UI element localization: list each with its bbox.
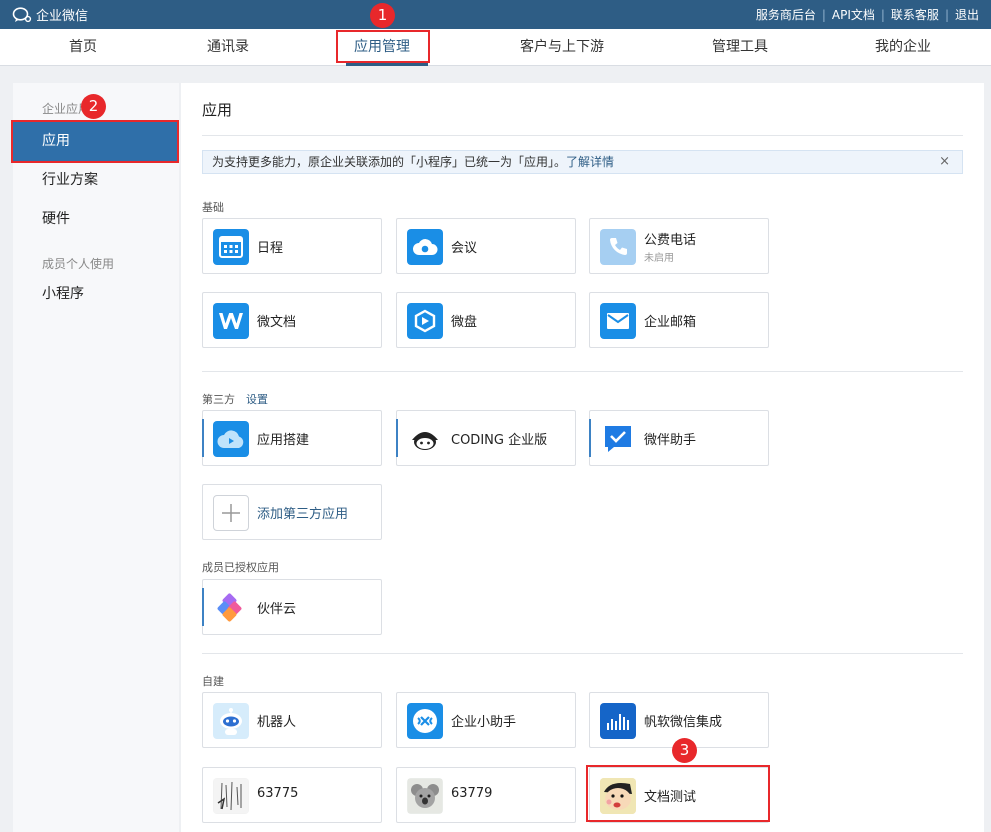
- learn-more-link[interactable]: 了解详情: [566, 155, 614, 169]
- app-card-weiban-assistant[interactable]: 微伴助手: [589, 410, 769, 466]
- wecom-logo[interactable]: 企业微信: [12, 6, 89, 24]
- contact-support-link[interactable]: 联系客服: [885, 6, 945, 23]
- app-card-coding-enterprise[interactable]: CODING 企业版: [396, 410, 576, 466]
- robot-icon: [213, 703, 249, 739]
- status-text: 未启用: [644, 253, 674, 264]
- divider: [202, 135, 963, 136]
- bar-chart-icon: [600, 703, 636, 739]
- add-app-label: 添加第三方应用: [257, 507, 349, 522]
- annotation-box-apps: [11, 120, 179, 163]
- app-name: 日程: [257, 241, 284, 256]
- app-card-meeting[interactable]: 会议: [396, 218, 576, 274]
- wecom-logo-icon: [12, 6, 32, 22]
- tab-management-tools[interactable]: 管理工具: [690, 29, 790, 65]
- w-doc-icon: [213, 303, 249, 339]
- tab-my-enterprise[interactable]: 我的企业: [853, 29, 953, 65]
- annotation-badge-3: 3: [672, 738, 697, 763]
- app-card-app-builder[interactable]: 应用搭建: [202, 410, 382, 466]
- app-name: 机器人: [257, 715, 297, 730]
- logout-link[interactable]: 退出: [949, 6, 985, 23]
- notice-text: 为支持更多能力，原企业关联添加的「小程序」已统一为「应用」。: [212, 155, 567, 169]
- section-label-third-party: 第三方 设置: [202, 391, 268, 407]
- main-panel: 应用 为支持更多能力，原企业关联添加的「小程序」已统一为「应用」。了解详情 × …: [181, 83, 984, 832]
- app-card-enterprise-assistant[interactable]: 企业小助手: [396, 692, 576, 748]
- meeting-cloud-icon: [407, 229, 443, 265]
- phone-icon: [600, 229, 636, 265]
- app-card-calendar[interactable]: 日程: [202, 218, 382, 274]
- close-icon[interactable]: ×: [939, 151, 950, 173]
- app-card-63775[interactable]: 63775: [202, 767, 382, 823]
- app-name: 应用搭建: [257, 433, 310, 448]
- main-nav: 首页 通讯录 应用管理 客户与上下游 管理工具 我的企业: [0, 29, 991, 66]
- annotation-badge-1: 1: [370, 3, 395, 28]
- app-card-enterprise-mail[interactable]: 企业邮箱: [589, 292, 769, 348]
- annotation-box-app-management: [336, 30, 430, 63]
- app-card-huobanyun[interactable]: 伙伴云: [202, 579, 382, 635]
- section-label-text: 第三方: [202, 393, 235, 406]
- cloud-build-icon: [213, 421, 249, 457]
- notice-banner: 为支持更多能力，原企业关联添加的「小程序」已统一为「应用」。了解详情 ×: [202, 150, 963, 174]
- section-label-basic: 基础: [202, 201, 224, 214]
- app-name: 会议: [451, 241, 478, 256]
- mail-icon: [600, 303, 636, 339]
- sidebar-item-mini-programs[interactable]: 小程序: [13, 274, 179, 314]
- sidebar-group-personal-use: 成员个人使用: [42, 257, 115, 271]
- third-party-settings-link[interactable]: 设置: [246, 393, 268, 406]
- divider: [202, 371, 963, 372]
- app-name: 63779: [451, 786, 493, 801]
- app-name: 公费电话: [644, 233, 697, 248]
- section-label-custom: 自建: [202, 675, 224, 688]
- app-card-wedrive[interactable]: 微盘: [396, 292, 576, 348]
- app-name: 63775: [257, 786, 299, 801]
- sketch-image-icon: [213, 778, 249, 814]
- sidebar-item-industry-solutions[interactable]: 行业方案: [13, 160, 179, 200]
- app-name: 微伴助手: [644, 433, 697, 448]
- app-card-wedoc[interactable]: 微文档: [202, 292, 382, 348]
- app-name: 企业小助手: [451, 715, 517, 730]
- sidebar-item-hardware[interactable]: 硬件: [13, 199, 179, 239]
- checkmark-chat-icon: [600, 421, 636, 457]
- app-name: 微文档: [257, 315, 297, 330]
- add-third-party-app-button[interactable]: 添加第三方应用: [202, 484, 382, 540]
- plus-icon: [213, 495, 249, 531]
- api-docs-link[interactable]: API文档: [826, 6, 881, 23]
- vendor-console-link[interactable]: 服务商后台: [750, 6, 822, 23]
- tab-customers-partners[interactable]: 客户与上下游: [500, 29, 624, 65]
- app-name: 微盘: [451, 315, 478, 330]
- tab-home[interactable]: 首页: [33, 29, 133, 65]
- annotation-box-doc-test: [586, 765, 770, 822]
- app-name: CODING 企业版: [451, 433, 548, 448]
- calendar-icon: [213, 229, 249, 265]
- app-name: 帆软微信集成: [644, 715, 723, 730]
- app-card-robot[interactable]: 机器人: [202, 692, 382, 748]
- sidebar: 企业应用 应用 行业方案 硬件 成员个人使用 小程序: [13, 83, 179, 832]
- app-name: 企业邮箱: [644, 315, 697, 330]
- tab-contacts[interactable]: 通讯录: [178, 29, 278, 65]
- app-card-business-phone[interactable]: 公费电话 未启用: [589, 218, 769, 274]
- section-label-authorized: 成员已授权应用: [202, 561, 279, 574]
- assistant-icon: [407, 703, 443, 739]
- app-name: 伙伴云: [257, 602, 297, 617]
- koala-image-icon: [407, 778, 443, 814]
- page-title: 应用: [202, 101, 233, 119]
- top-links: 服务商后台 | API文档 | 联系客服 | 退出: [750, 0, 985, 29]
- coding-mascot-icon: [407, 421, 443, 457]
- top-bar: 企业微信 服务商后台 | API文档 | 联系客服 | 退出: [0, 0, 991, 29]
- diamond-logo-icon: [213, 590, 249, 626]
- annotation-badge-2: 2: [81, 94, 106, 119]
- app-card-63779[interactable]: 63779: [396, 767, 576, 823]
- logo-text: 企业微信: [36, 9, 89, 24]
- divider: [202, 653, 963, 654]
- drive-icon: [407, 303, 443, 339]
